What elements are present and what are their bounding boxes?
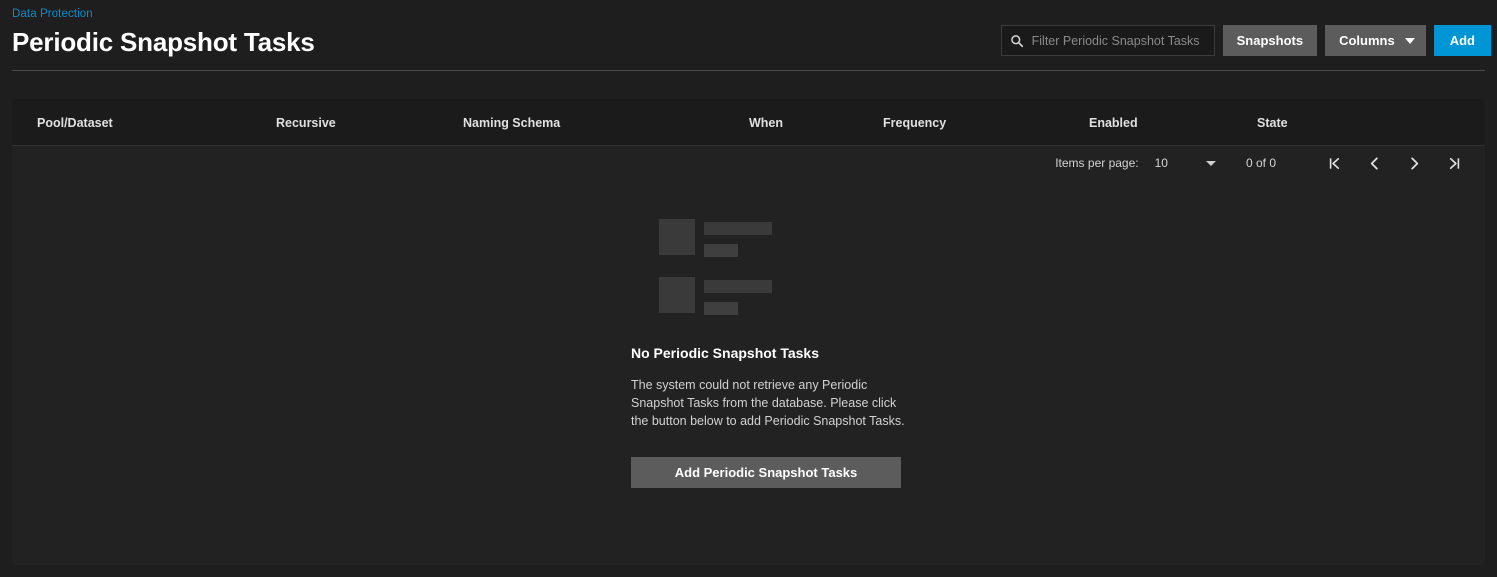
chevron-down-icon	[1205, 160, 1216, 166]
placeholder-square	[658, 277, 695, 313]
search-input[interactable]	[1031, 33, 1206, 48]
column-header-frequency[interactable]: Frequency	[883, 116, 946, 130]
placeholder-illustration	[658, 219, 839, 335]
table-header-row: Pool/Dataset Recursive Naming Schema Whe…	[12, 99, 1485, 146]
first-page-icon	[1329, 157, 1339, 169]
columns-button-label: Columns	[1339, 33, 1395, 48]
column-header-recursive[interactable]: Recursive	[276, 116, 336, 130]
previous-page-button[interactable]	[1354, 148, 1394, 178]
placeholder-bars	[703, 277, 772, 315]
last-page-icon	[1449, 157, 1459, 169]
snapshots-button[interactable]: Snapshots	[1222, 25, 1318, 56]
column-header-state[interactable]: State	[1257, 116, 1288, 130]
column-header-naming-schema[interactable]: Naming Schema	[463, 116, 560, 130]
items-per-page-label: Items per page:	[1055, 156, 1139, 170]
empty-state-title: No Periodic Snapshot Tasks	[631, 345, 820, 361]
header-controls: Snapshots Columns Add	[1000, 25, 1491, 56]
next-page-button[interactable]	[1394, 148, 1434, 178]
search-icon	[1010, 34, 1023, 47]
column-header-pool-dataset[interactable]: Pool/Dataset	[37, 116, 113, 130]
paginator: Items per page: 10 0 of 0	[1055, 146, 1485, 180]
items-per-page-value: 10	[1154, 156, 1168, 170]
breadcrumb[interactable]: Data Protection	[12, 7, 1485, 21]
tasks-card: Pool/Dataset Recursive Naming Schema Whe…	[12, 99, 1485, 565]
columns-button[interactable]: Columns	[1325, 25, 1426, 56]
placeholder-bar-long	[703, 222, 772, 235]
chevron-down-icon	[1404, 37, 1415, 44]
placeholder-bar-long	[703, 280, 772, 293]
placeholder-bar-short	[703, 302, 738, 315]
last-page-button[interactable]	[1434, 148, 1474, 178]
add-periodic-snapshot-tasks-button[interactable]: Add Periodic Snapshot Tasks	[631, 457, 901, 488]
page-range-label: 0 of 0	[1245, 156, 1276, 170]
items-per-page-select[interactable]: 10	[1155, 156, 1216, 170]
placeholder-bars	[703, 219, 772, 257]
placeholder-bar-short	[703, 244, 738, 257]
empty-state-description: The system could not retrieve any Period…	[631, 378, 905, 428]
placeholder-row	[658, 219, 839, 257]
placeholder-row	[658, 277, 839, 315]
chevron-left-icon	[1370, 156, 1378, 170]
column-header-when[interactable]: When	[749, 116, 783, 130]
chevron-right-icon	[1410, 156, 1418, 170]
search-field[interactable]	[1000, 25, 1215, 56]
header-divider	[12, 70, 1485, 71]
page-header: Data Protection Periodic Snapshot Tasks …	[0, 0, 1497, 71]
column-header-enabled[interactable]: Enabled	[1089, 116, 1138, 130]
first-page-button[interactable]	[1314, 148, 1354, 178]
empty-state: No Periodic Snapshot Tasks The system co…	[12, 219, 1485, 488]
placeholder-square	[658, 219, 695, 255]
add-button[interactable]: Add	[1433, 25, 1491, 56]
